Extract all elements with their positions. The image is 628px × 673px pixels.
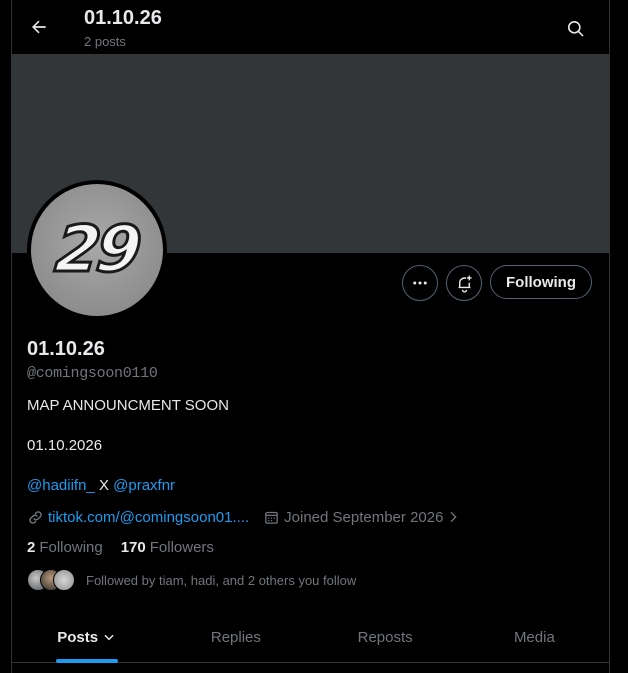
tab-media[interactable]: Media [460, 612, 609, 662]
website-item: tiktok.com/@comingsoon01.... [27, 509, 249, 526]
bio-line: MAP ANNOUNCMENT SOON [27, 397, 229, 414]
username: @comingsoon0110 [27, 365, 158, 382]
tab-label: Reposts [357, 628, 413, 646]
followers-count: 170 [120, 539, 146, 556]
chevron-right-icon [450, 511, 458, 523]
profile-column: 01.10.26 2 posts 29 Following 01.10.26 @… [11, 0, 610, 673]
followed-by-row[interactable]: Followed by tiam, hadi, and 2 others you… [27, 569, 356, 591]
tab-replies[interactable]: Replies [161, 612, 310, 662]
following-label: Following [39, 539, 103, 556]
follow-stats: 2 Following 170 Followers [27, 539, 214, 556]
mention-link[interactable]: @praxfnr [113, 477, 175, 494]
tab-posts[interactable]: Posts [12, 612, 161, 663]
search-icon [567, 20, 583, 36]
followers-stat[interactable]: 170 Followers [121, 539, 214, 556]
back-button[interactable] [26, 14, 52, 40]
joined-date: Joined September 2026 [284, 508, 444, 526]
notifications-button[interactable] [446, 265, 482, 301]
avatar [53, 569, 75, 591]
more-button[interactable] [402, 265, 438, 301]
website-link[interactable]: tiktok.com/@comingsoon01.... [48, 509, 249, 526]
tab-label: Replies [210, 628, 261, 646]
bell-plus-icon [458, 275, 472, 293]
bio-line: 01.10.2026 [27, 437, 103, 454]
tab-label: Media [513, 628, 555, 646]
tab-label: Posts [57, 628, 99, 646]
link-icon [29, 510, 42, 524]
avatar[interactable]: 29 [27, 180, 167, 320]
followed-by-text: Followed by tiam, hadi, and 2 others you… [86, 572, 357, 588]
display-name: 01.10.26 [27, 338, 105, 360]
joined-item[interactable]: Joined September 2026 [263, 509, 465, 526]
bio-mentions: @hadiifn_ X @praxfnr [27, 477, 175, 494]
profile-tabs: Posts Replies Reposts Media [12, 612, 609, 663]
avatar-number: 29 [51, 212, 143, 289]
search-button[interactable] [563, 16, 587, 40]
mention-link[interactable]: @hadiifn_ [27, 477, 95, 494]
chevron-down-icon [104, 634, 114, 641]
top-bar: 01.10.26 2 posts [12, 0, 609, 54]
tab-reposts[interactable]: Reposts [311, 612, 460, 662]
arrow-left-icon [32, 20, 46, 34]
avatar-image: 29 [31, 184, 163, 316]
followers-label: Followers [149, 539, 214, 556]
following-stat[interactable]: 2 Following [27, 539, 103, 556]
active-tab-indicator [55, 659, 118, 663]
following-button[interactable]: Following [490, 265, 592, 299]
mention-separator: X [94, 477, 114, 494]
header-title: 01.10.26 [84, 7, 162, 29]
more-dots-icon [413, 281, 427, 285]
calendar-icon [265, 511, 278, 524]
post-count: 2 posts [84, 34, 126, 49]
follower-avatars [27, 569, 75, 591]
profile-meta: tiktok.com/@comingsoon01.... Joined Sept… [27, 506, 465, 528]
following-count: 2 [27, 539, 36, 556]
